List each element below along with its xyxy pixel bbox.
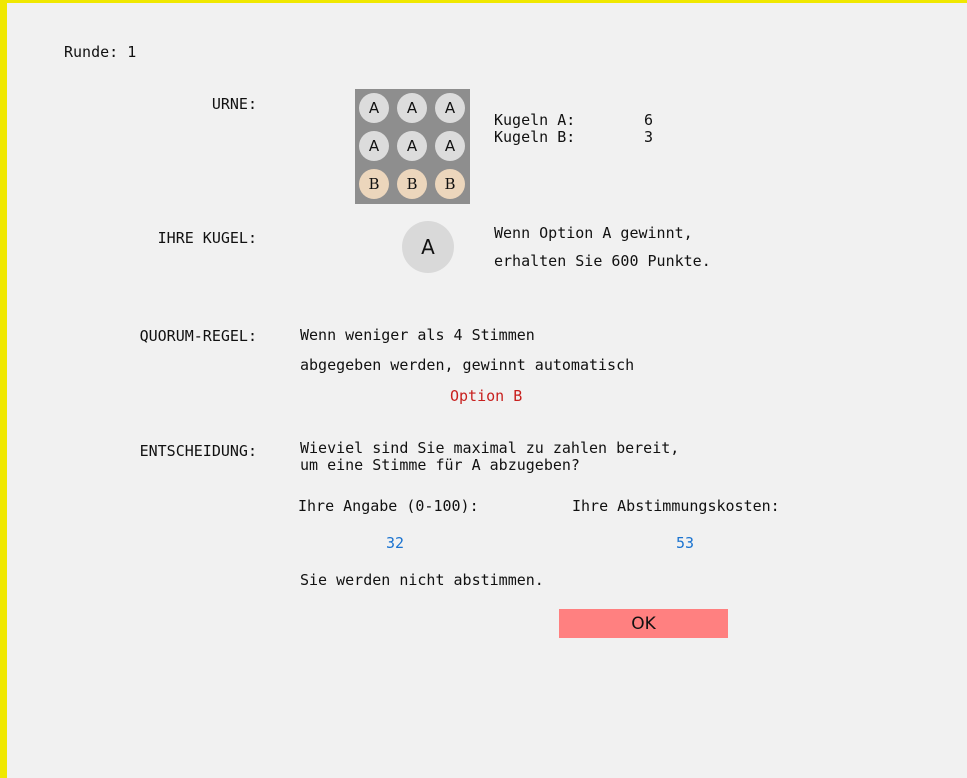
decision-result: Sie werden nicht abstimmen. <box>300 571 544 589</box>
urn-grid: A A A A A A B B B <box>355 89 470 204</box>
quorum-text: Wenn weniger als 4 Stimmen abgegeben wer… <box>300 320 634 380</box>
ok-button[interactable]: OK <box>559 609 728 638</box>
urn-ball: A <box>397 131 427 161</box>
decision-question: Wieviel sind Sie maximal zu zahlen berei… <box>300 440 679 474</box>
my-ball-text-line1: Wenn Option A gewinnt, <box>494 224 693 242</box>
cost-value: 53 <box>676 534 695 552</box>
decision-question-line1: Wieviel sind Sie maximal zu zahlen berei… <box>300 439 680 457</box>
urn-ball: A <box>359 131 389 161</box>
urn-ball: B <box>435 169 465 199</box>
urn-ball: A <box>435 93 465 123</box>
my-ball: A <box>402 221 454 273</box>
decision-label: ENTSCHEIDUNG: <box>139 442 257 460</box>
experiment-window: Runde: 1 URNE: A A A A A A B B B Kugeln … <box>0 0 967 778</box>
my-ball-text: Wenn Option A gewinnt, erhalten Sie 600 … <box>494 219 711 275</box>
urn-ball: A <box>435 131 465 161</box>
count-a-value: 6 <box>644 111 654 129</box>
input-label: Ihre Angabe (0-100): <box>298 497 479 515</box>
quorum-line2: abgegeben werden, gewinnt automatisch <box>300 356 635 374</box>
urn-label: URNE: <box>211 95 257 113</box>
my-ball-text-line2: erhalten Sie 600 Punkte. <box>494 252 711 270</box>
urn-counts: Kugeln A: 6 Kugeln B: 3 <box>494 112 653 146</box>
urn-ball: B <box>359 169 389 199</box>
count-b-label: Kugeln B: <box>494 128 576 146</box>
quorum-line1: Wenn weniger als 4 Stimmen <box>300 326 535 344</box>
quorum-option: Option B <box>450 387 523 405</box>
urn-ball: B <box>397 169 427 199</box>
quorum-label: QUORUM-REGEL: <box>139 327 257 345</box>
urn-ball: A <box>359 93 389 123</box>
decision-question-line2: um eine Stimme für A abzugeben? <box>300 456 580 474</box>
input-value[interactable]: 32 <box>386 534 404 552</box>
urn-ball: A <box>397 93 427 123</box>
my-ball-label: IHRE KUGEL: <box>157 229 257 247</box>
count-a-label: Kugeln A: <box>494 111 576 129</box>
round-label: Runde: 1 <box>64 43 137 61</box>
cost-label: Ihre Abstimmungskosten: <box>572 497 780 515</box>
count-b-value: 3 <box>644 128 654 146</box>
